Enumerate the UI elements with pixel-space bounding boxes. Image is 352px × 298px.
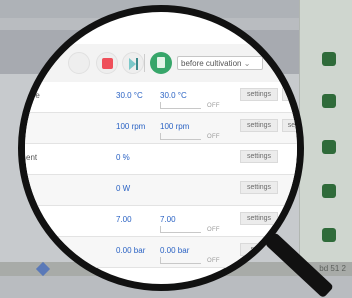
off-label: OFF — [207, 258, 220, 264]
process-value: 0 % — [116, 153, 130, 162]
process-value: 30.0 °C — [116, 91, 143, 100]
off-label: OFF — [207, 103, 220, 109]
record-button[interactable] — [68, 52, 90, 74]
off-bracket — [160, 133, 201, 140]
setpoint-value[interactable]: 30.0 °C — [160, 91, 187, 100]
off-bracket — [160, 257, 201, 264]
toolbar-divider — [144, 54, 145, 72]
phase-select[interactable]: before cultivation ⌄ — [177, 56, 263, 70]
process-value: 7.00 — [116, 215, 132, 224]
setpoint-button[interactable]: setpoint — [282, 119, 297, 132]
setpoint-value[interactable]: 100 rpm — [160, 122, 189, 131]
panel-beaker-icon[interactable] — [322, 94, 336, 108]
off-label: OFF — [207, 227, 220, 233]
table-row: ent 0 % settings — [25, 144, 297, 175]
off-bracket — [160, 102, 201, 109]
stop-button[interactable] — [96, 52, 118, 74]
setpoint-value[interactable]: 0.00 bar — [160, 246, 189, 255]
settings-button[interactable]: settings — [240, 150, 278, 163]
process-value: 100 rpm — [116, 122, 146, 131]
parameter-table: ture 30.0 °C 30.0 °C OFF settings setpoi… — [25, 82, 297, 268]
table-row: ture 30.0 °C 30.0 °C OFF settings setpoi… — [25, 82, 297, 113]
settings-button[interactable]: settings — [240, 119, 278, 132]
phase-select-value: before cultivation — [181, 59, 242, 68]
stop-icon — [102, 58, 113, 69]
settings-button[interactable]: settings — [240, 212, 278, 225]
off-bracket — [160, 226, 201, 233]
table-row: 100 rpm 100 rpm OFF settings setpoint — [25, 113, 297, 144]
process-value: 0 W — [116, 184, 131, 193]
settings-button[interactable]: settings — [240, 181, 278, 194]
chevron-down-icon: ⌄ — [241, 59, 251, 68]
panel-curve-icon[interactable] — [322, 228, 336, 242]
table-row: 0.00 bar 0.00 bar OFF settin — [25, 237, 297, 268]
table-row: 7.00 7.00 OFF settings setp — [25, 206, 297, 237]
panel-flask-icon[interactable] — [322, 52, 336, 66]
table-row: 0 W settings — [25, 175, 297, 206]
panel-gear-icon[interactable] — [322, 140, 336, 154]
setpoint-value[interactable]: 7.00 — [160, 215, 176, 224]
process-value: 0.00 bar — [116, 246, 146, 255]
phase-notebook-icon — [150, 52, 172, 74]
off-label: OFF — [207, 134, 220, 140]
panel-skip-icon[interactable] — [322, 184, 336, 198]
magnifier-lens: before cultivation ⌄ ture 30.0 °C 30.0 °… — [18, 5, 304, 291]
skip-bar-icon — [136, 58, 138, 70]
skip-icon — [129, 58, 136, 70]
next-phase-button[interactable] — [122, 52, 144, 74]
status-text: bd 51 2 — [319, 264, 346, 273]
toolbar: before cultivation ⌄ — [25, 44, 297, 83]
row-label: ent — [26, 153, 38, 162]
right-side-panel — [299, 0, 352, 276]
settings-button[interactable]: settings — [240, 88, 278, 101]
row-label: ture — [26, 91, 40, 100]
